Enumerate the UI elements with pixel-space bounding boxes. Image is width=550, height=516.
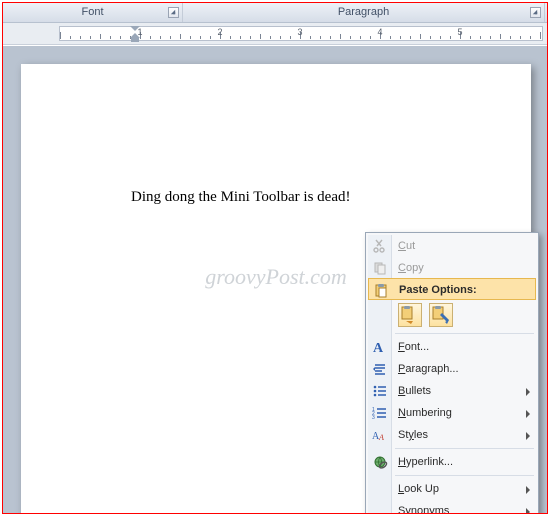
styles-icon: AA [372,427,388,443]
hyperlink-icon [372,454,388,470]
menu-item-numbering[interactable]: 123 Numbering [368,402,536,424]
menu-item-label: Paste Options: [399,284,477,296]
paste-options-row [368,299,536,331]
paragraph-icon [372,361,388,377]
horizontal-ruler[interactable]: 12345 [3,23,547,45]
ribbon-group-labels: Font Paragraph [3,3,547,23]
menu-item-styles[interactable]: AA Styles [368,424,536,446]
svg-text:3: 3 [372,415,375,421]
ruler-number: 3 [297,27,302,37]
menu-item-hyperlink[interactable]: Hyperlink... [368,451,536,473]
menu-separator [395,333,534,334]
menu-item-label: Bullets [398,385,431,397]
context-menu: Cut Copy Paste Options: [365,232,539,513]
bullets-icon [372,383,388,399]
menu-item-paste-options[interactable]: Paste Options: [368,278,536,300]
menu-item-label: Synonyms [398,505,449,513]
paragraph-dialog-launcher-icon[interactable] [530,7,541,18]
paste-keep-source-button[interactable] [398,303,422,327]
menu-separator [395,475,534,476]
menu-item-font[interactable]: A Font... [368,336,536,358]
menu-item-label: Copy [398,262,424,274]
submenu-arrow-icon [526,486,530,494]
document-body-text[interactable]: Ding dong the Mini Toolbar is dead! [131,189,350,206]
font-icon: A [372,339,388,355]
cut-icon [372,238,388,254]
font-dialog-launcher-icon[interactable] [168,7,179,18]
numbering-icon: 123 [372,405,388,421]
ribbon-group-font: Font [3,3,183,22]
submenu-arrow-icon [526,410,530,418]
menu-item-paragraph[interactable]: Paragraph... [368,358,536,380]
ribbon-group-font-label: Font [81,6,103,18]
ribbon-group-paragraph-label: Paragraph [338,6,389,18]
menu-item-label: Look Up [398,483,439,495]
ribbon-group-paragraph: Paragraph [183,3,545,22]
watermark-text: groovyPost.com [205,264,347,290]
menu-item-label: Font... [398,341,429,353]
menu-item-label: Styles [398,429,428,441]
ruler-number: 5 [457,27,462,37]
screenshot-frame: Font Paragraph 123 4 5 Ding dong the Mini … [2,2,548,514]
svg-text:A: A [373,341,384,355]
document-page[interactable]: Ding dong the Mini Toolbar is dead! groo… [21,64,531,513]
document-workspace: Ding dong the Mini Toolbar is dead! groo… [3,46,547,513]
menu-item-bullets[interactable]: Bullets [368,380,536,402]
paste-text-only-button[interactable] [429,303,453,327]
paste-icon [373,282,389,298]
menu-item-copy: Copy [368,257,536,279]
ruler-number: 2 [217,27,222,37]
menu-item-label: Hyperlink... [398,456,453,468]
ruler-number: 4 [377,27,382,37]
indent-markers-icon[interactable] [135,26,140,42]
menu-item-label: Paragraph... [398,363,459,375]
submenu-arrow-icon [526,508,530,513]
menu-item-label: Numbering [398,407,452,419]
menu-item-synonyms[interactable]: Synonyms [368,500,536,513]
menu-item-cut: Cut [368,235,536,257]
menu-item-look-up[interactable]: Look Up [368,478,536,500]
submenu-arrow-icon [526,388,530,396]
menu-item-label: Cut [398,240,415,252]
submenu-arrow-icon [526,432,530,440]
svg-text:A: A [378,433,384,442]
copy-icon [372,260,388,276]
menu-separator [395,448,534,449]
